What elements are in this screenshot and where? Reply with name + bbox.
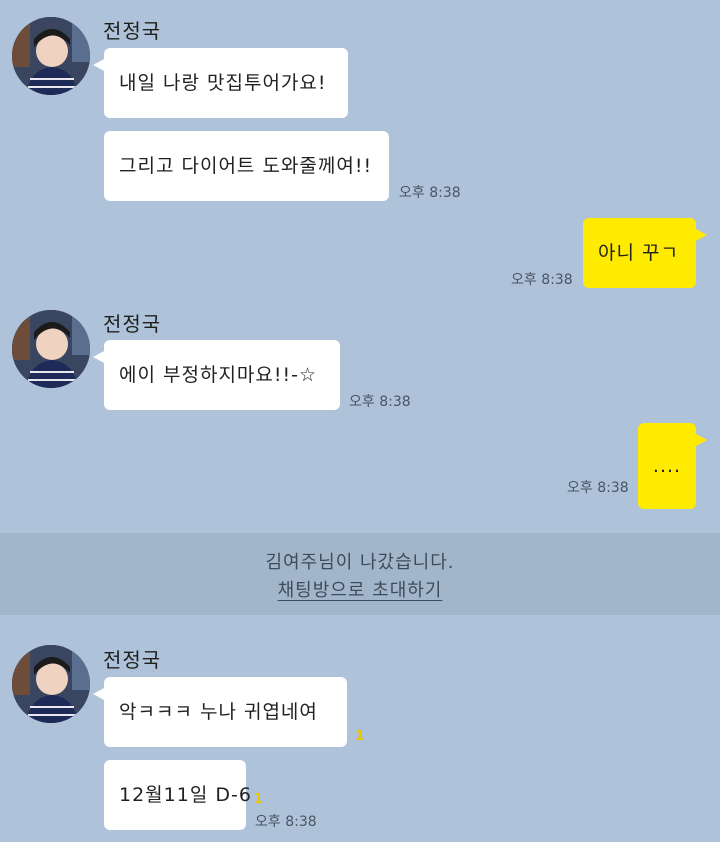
invite-to-chat-link[interactable]: 채팅방으로 초대하기 <box>278 580 443 601</box>
message-time: 오후 8:38 <box>255 814 317 830</box>
message-text: 그리고 다이어트 도와줄께여!! <box>119 155 373 177</box>
avatar[interactable] <box>12 17 90 95</box>
message-time: 오후 8:38 <box>567 480 629 496</box>
message-bubble[interactable]: 그리고 다이어트 도와줄께여!! <box>104 131 389 201</box>
message-bubble[interactable]: 아니 꾸ㄱ <box>583 218 707 288</box>
message-bubble[interactable]: 악ㅋㅋㅋ 누나 귀엽네여 <box>93 677 347 747</box>
unread-count: 1 <box>254 792 264 807</box>
message-bubble[interactable]: .... <box>638 423 707 509</box>
avatar[interactable] <box>12 645 90 723</box>
message-text: 내일 나랑 맛집투어가요! <box>119 72 327 94</box>
message-time: 오후 8:38 <box>399 185 461 201</box>
invite-link-row: 채팅방으로 초대하기 <box>0 576 720 602</box>
message-time: 오후 8:38 <box>349 394 411 410</box>
avatar[interactable] <box>12 310 90 388</box>
system-notice: 김여주님이 나갔습니다. 채팅방으로 초대하기 <box>0 533 720 615</box>
unread-count: 1 <box>355 729 365 744</box>
message-text: 에이 부정하지마요!!-☆ <box>119 364 318 386</box>
sender-name: 전정국 <box>103 19 162 43</box>
sender-name: 전정국 <box>103 648 162 672</box>
message-text: 12월11일 D-6 <box>119 784 252 806</box>
sender-name: 전정국 <box>103 312 162 336</box>
message-bubble[interactable]: 에이 부정하지마요!!-☆ <box>93 340 340 410</box>
message-text: 악ㅋㅋㅋ 누나 귀엽네여 <box>119 701 318 723</box>
leave-notice-text: 김여주님이 나갔습니다. <box>265 552 455 573</box>
message-bubble[interactable]: 내일 나랑 맛집투어가요! <box>93 48 348 118</box>
message-text: 아니 꾸ㄱ <box>598 242 679 264</box>
message-time: 오후 8:38 <box>511 272 573 288</box>
message-bubble[interactable]: 12월11일 D-6 <box>104 760 251 830</box>
message-text: .... <box>652 455 682 477</box>
